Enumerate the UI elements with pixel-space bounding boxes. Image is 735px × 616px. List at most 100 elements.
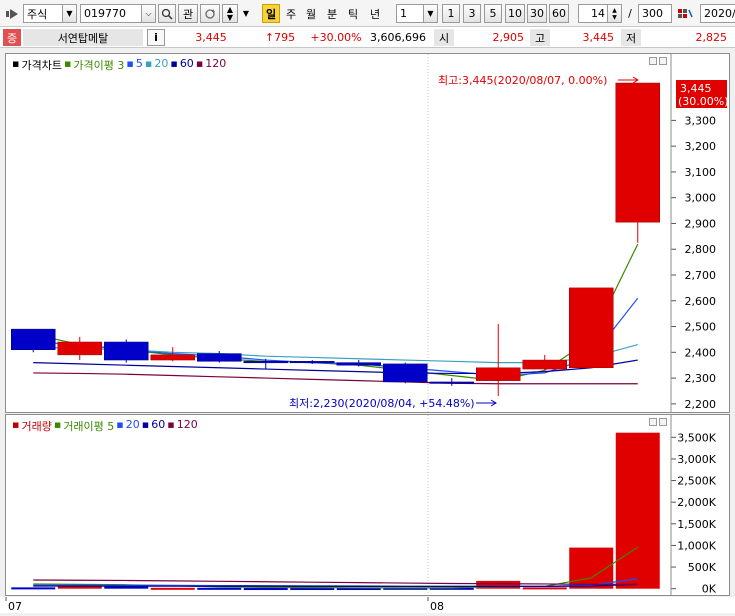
open-label: 시 bbox=[434, 29, 454, 46]
interval-button-5[interactable]: 5 bbox=[484, 4, 502, 23]
candle-body bbox=[615, 82, 660, 223]
quote-bar: 증 서연탑메탈 i 3,445 ↑795 +30.00% 3,606,696 시… bbox=[0, 27, 735, 48]
stock-name: 서연탑메탈 bbox=[23, 29, 143, 46]
high-label: 고 bbox=[530, 29, 550, 46]
y-tick-label: 3,100 bbox=[685, 166, 717, 179]
volume-bar bbox=[197, 587, 242, 590]
candle-body bbox=[476, 367, 521, 381]
current-price: 3,445 bbox=[195, 31, 227, 44]
chevron-down-icon: ▼ bbox=[423, 5, 437, 22]
count-separator: / bbox=[628, 7, 632, 20]
market-type-select[interactable]: 주식 ▼ bbox=[23, 4, 77, 23]
low-value: 2,825 bbox=[695, 31, 728, 44]
magnifier-icon bbox=[161, 8, 173, 20]
stock-code-input[interactable]: 019770 ⌵ bbox=[80, 4, 156, 23]
vol-y-tick-label: 500K bbox=[688, 561, 717, 574]
vol-y-tick-label: 2,500K bbox=[677, 475, 716, 488]
interval-button-60[interactable]: 60 bbox=[549, 4, 569, 23]
interval-select[interactable]: 1 ▼ bbox=[396, 4, 438, 23]
candle-body bbox=[383, 363, 428, 383]
grid-settings-icon bbox=[678, 8, 693, 18]
chevron-down-icon[interactable]: ▼ bbox=[240, 4, 252, 23]
refresh-icon bbox=[205, 8, 215, 19]
tab-tick[interactable]: 틱 bbox=[345, 4, 361, 23]
date-input[interactable]: 2020/ bbox=[700, 4, 735, 23]
y-tick-label: 2,600 bbox=[685, 295, 717, 308]
zoom-stepper[interactable]: 14 ▲ ▼ bbox=[578, 4, 622, 23]
tab-minute[interactable]: 분 bbox=[324, 4, 340, 23]
y-tick-label: 2,400 bbox=[685, 346, 717, 359]
info-button[interactable]: i bbox=[147, 29, 165, 46]
interval-button-1[interactable]: 1 bbox=[442, 4, 460, 23]
stepper-arrows[interactable]: ▲ ▼ bbox=[222, 4, 238, 23]
volume-ma-line-0 bbox=[33, 546, 639, 589]
volume-ma-line-3 bbox=[33, 579, 638, 585]
y-tick-label: 3,200 bbox=[685, 140, 717, 153]
candle-body bbox=[429, 381, 474, 384]
high-annotation: 최고:3,445(2020/08/07, 0.00%) bbox=[438, 74, 607, 87]
candle-body bbox=[243, 361, 288, 364]
play-arrow-icon bbox=[6, 8, 18, 19]
price-chart-panel[interactable]: ▪ 가격차트 ▪ 가격이평 3 ▪ 5 ▪ 20 ▪ 60 ▪ 120 2,20… bbox=[5, 53, 730, 413]
chart-settings-icon[interactable] bbox=[674, 4, 696, 23]
high-value: 3,445 bbox=[582, 31, 615, 44]
candle-body bbox=[150, 354, 195, 361]
open-value: 2,905 bbox=[492, 31, 525, 44]
chevron-down-icon: ⌵ bbox=[141, 5, 155, 22]
y-tick-label: 2,500 bbox=[685, 321, 717, 334]
x-tick-label: 07 bbox=[8, 600, 22, 613]
x-tick-label: 08 bbox=[430, 600, 444, 613]
candle-body bbox=[522, 359, 567, 370]
interval-button-10[interactable]: 10 bbox=[505, 4, 525, 23]
candle-body bbox=[290, 361, 335, 364]
interval-button-30[interactable]: 30 bbox=[527, 4, 547, 23]
volume-bar bbox=[243, 588, 288, 591]
volume-bar bbox=[11, 587, 56, 590]
y-tick-label: 2,200 bbox=[685, 398, 717, 411]
tab-year[interactable]: 년 bbox=[366, 4, 384, 23]
stepper-icon: ▲ ▼ bbox=[607, 5, 621, 22]
chevron-down-icon: ▼ bbox=[62, 5, 76, 22]
candle-body bbox=[569, 287, 614, 369]
interest-button[interactable]: 관 bbox=[178, 4, 198, 23]
low-label: 저 bbox=[621, 29, 641, 46]
candle-body bbox=[336, 362, 381, 366]
count-input[interactable]: 300 bbox=[638, 4, 672, 23]
y-tick-label: 3,000 bbox=[685, 192, 717, 205]
menu-arrow-icon[interactable] bbox=[3, 4, 23, 23]
vol-y-tick-label: 3,000K bbox=[677, 453, 716, 466]
vol-y-tick-label: 2,000K bbox=[677, 496, 716, 509]
reset-button[interactable] bbox=[200, 4, 220, 23]
y-tick-label: 2,800 bbox=[685, 243, 717, 256]
price-chart-svg: 2,200 2,300 2,400 2,500 2,600 2,700 2,800 2,900… bbox=[11, 54, 729, 412]
volume-bar bbox=[522, 587, 567, 590]
x-axis-svg: 07 08 bbox=[5, 597, 444, 613]
tab-month[interactable]: 월 bbox=[303, 4, 319, 23]
volume-chart-svg: 0K 500K 1,000K 1,500K 2,000K 2,500K 3,000K 3,50… bbox=[11, 415, 717, 595]
search-button[interactable] bbox=[158, 4, 176, 23]
vol-y-tick-label: 1,000K bbox=[677, 539, 716, 552]
vol-y-tick-label: 0K bbox=[702, 583, 717, 595]
price-ma-line-4 bbox=[33, 372, 638, 385]
volume-bar bbox=[615, 432, 660, 589]
volume-bar bbox=[104, 586, 149, 589]
change-rate: +30.00% bbox=[310, 31, 362, 44]
volume-chart-panel[interactable]: ▪ 거래량 ▪ 거래이평 5 ▪ 20 ▪ 60 ▪ 120 0K 500K 1,0… bbox=[5, 414, 730, 596]
volume-bar bbox=[290, 588, 335, 591]
volume-bar bbox=[150, 587, 195, 590]
volume-value: 3,606,696 bbox=[370, 31, 426, 44]
tab-day[interactable]: 일 bbox=[262, 4, 280, 23]
y-tick-label: 2,300 bbox=[685, 372, 717, 385]
y-tick-label: 3,300 bbox=[685, 114, 717, 127]
x-axis: 07 08 bbox=[0, 597, 735, 613]
y-tick-label: 2,900 bbox=[685, 217, 717, 230]
down-arrow-icon: ▼ bbox=[226, 12, 234, 22]
market-badge: 증 bbox=[3, 29, 21, 46]
vol-y-tick-label: 3,500K bbox=[677, 431, 716, 444]
tab-week[interactable]: 주 bbox=[283, 4, 299, 23]
candle-body bbox=[197, 353, 242, 362]
interval-button-3[interactable]: 3 bbox=[463, 4, 481, 23]
chart-toolbar: 주식 ▼ 019770 ⌵ 관 ▲ ▼ ▼ 일 주 월 분 틱 년 1 ▼ 1 3… bbox=[0, 0, 735, 27]
candle-body bbox=[104, 341, 149, 361]
y-tick-label: 2,700 bbox=[685, 269, 717, 282]
